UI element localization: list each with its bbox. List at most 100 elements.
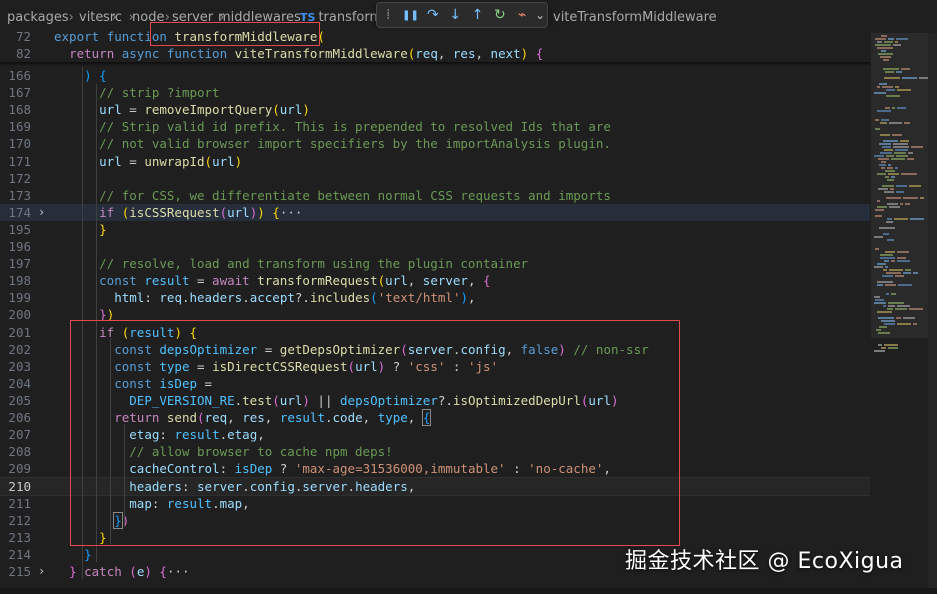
minimap-line xyxy=(881,347,886,349)
code-token: ) xyxy=(302,393,310,408)
breadcrumb-item[interactable]: src xyxy=(103,10,122,26)
code-token: 'no-cache' xyxy=(528,461,604,476)
minimap-line xyxy=(884,344,898,346)
code-token: server xyxy=(197,479,243,494)
code-token: . xyxy=(347,479,356,494)
minimap-line xyxy=(877,263,886,265)
minimap-line xyxy=(887,167,893,169)
code-token: , xyxy=(257,427,265,442)
code-token: transformMiddleware xyxy=(174,29,318,44)
code-text: etag: result.etag, xyxy=(54,426,265,443)
code-token: ?. xyxy=(437,393,453,408)
step-into-icon[interactable]: ↓ xyxy=(444,4,466,26)
code-token: ( xyxy=(370,290,378,305)
code-line: 206 return send(req, res, result.code, t… xyxy=(0,409,870,426)
code-token: test xyxy=(242,393,273,408)
line-number: 197 xyxy=(8,256,31,271)
overview-ruler[interactable] xyxy=(928,33,937,588)
line-number: 211 xyxy=(8,496,31,511)
pause-icon[interactable]: ❚❚ xyxy=(399,4,421,26)
minimap-line xyxy=(878,53,893,55)
code-token: function xyxy=(106,29,175,44)
minimap-line xyxy=(889,269,903,271)
minimap-line xyxy=(884,191,894,193)
code-text: map: result.map, xyxy=(54,495,249,512)
watermark: 掘金技术社区 @ EcoXigua xyxy=(625,549,904,574)
code-text: ) { xyxy=(54,67,107,84)
breadcrumb-item[interactable]: packages xyxy=(7,10,69,26)
minimap-line xyxy=(878,344,882,346)
code-token: unwrapId xyxy=(144,154,205,169)
breadcrumb-item[interactable]: node xyxy=(132,10,164,26)
code-token: const xyxy=(114,359,160,374)
minimap-line xyxy=(895,275,904,277)
code-token: 'text/html' xyxy=(377,290,461,305)
minimap-line xyxy=(875,38,886,40)
minimap-line xyxy=(890,188,894,190)
code-token: map xyxy=(219,496,243,511)
breadcrumb-item[interactable]: middlewares xyxy=(218,10,301,26)
breadcrumb-item[interactable]: server xyxy=(172,10,213,26)
minimap-line xyxy=(897,107,906,109)
code-text: // strip ?import xyxy=(54,84,219,101)
code-token: send xyxy=(166,410,198,425)
minimap-line xyxy=(903,272,911,274)
minimap-line xyxy=(907,158,914,160)
minimap-line xyxy=(888,305,895,307)
code-token: next xyxy=(490,46,521,61)
code-token: ) xyxy=(257,205,265,220)
code-token: } xyxy=(113,512,123,529)
minimap-line xyxy=(883,233,889,235)
fold-chevron-icon[interactable]: › xyxy=(38,563,45,580)
minimap-line xyxy=(882,146,891,148)
minimap-line xyxy=(894,152,906,154)
disconnect-icon[interactable]: ⌁ xyxy=(511,4,533,26)
minimap-line xyxy=(885,71,894,73)
code-line: 166 ) { xyxy=(0,67,870,84)
line-number: 212 xyxy=(8,513,31,528)
fold-chevron-icon[interactable]: › xyxy=(38,204,45,221)
minimap-line xyxy=(886,197,901,199)
restart-icon[interactable]: ↻ xyxy=(489,4,511,26)
minimap-line xyxy=(884,77,900,79)
minimap-line xyxy=(904,122,910,124)
step-over-icon[interactable]: ↷ xyxy=(422,4,444,26)
typescript-file-icon: TS xyxy=(300,11,316,24)
code-token: // not valid browser import specifiers b… xyxy=(99,136,611,151)
line-number: 166 xyxy=(8,68,31,83)
minimap-line xyxy=(897,305,910,307)
minimap-line xyxy=(874,92,886,94)
minimap-line xyxy=(880,134,890,136)
code-token: res xyxy=(242,410,265,425)
code-line: 209 cacheControl: isDep ? 'max-age=31536… xyxy=(0,460,870,477)
code-line: 205 DEP_VERSION_RE.test(url) || depsOpti… xyxy=(0,392,870,409)
breadcrumb-item[interactable]: vite xyxy=(79,10,103,26)
step-out-icon[interactable]: ↑ xyxy=(466,4,488,26)
code-token: headers xyxy=(355,479,408,494)
minimap-line xyxy=(891,293,896,295)
code-token: if xyxy=(99,205,115,220)
minimap-line xyxy=(897,251,909,253)
minimap-line xyxy=(877,200,880,202)
minimap-line xyxy=(888,347,898,349)
code-token: url xyxy=(227,205,250,220)
code-token: { xyxy=(99,68,107,83)
code-token: = xyxy=(121,154,145,169)
breadcrumb-symbol[interactable]: viteTransformMiddleware xyxy=(553,10,717,26)
code-token: code xyxy=(332,410,363,425)
code-line: 168 url = removeImportQuery(url) xyxy=(0,101,870,118)
minimap-line xyxy=(875,248,879,250)
minimap-line xyxy=(885,170,895,172)
code-token: const xyxy=(114,342,160,357)
minimap-line xyxy=(900,140,909,142)
code-token: viteTransformMiddleware xyxy=(234,46,408,61)
minimap-line xyxy=(893,146,909,148)
minimap-line xyxy=(920,197,924,199)
code-line: 207 etag: result.etag, xyxy=(0,426,870,443)
code-token: result xyxy=(174,427,220,442)
chevron-down-icon[interactable]: ⌄ xyxy=(533,4,547,26)
